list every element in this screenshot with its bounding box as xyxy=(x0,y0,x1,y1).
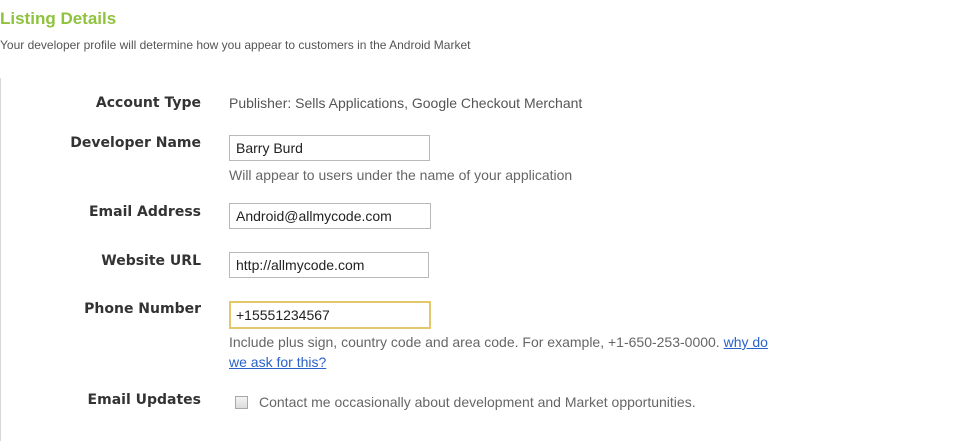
developer-name-hint: Will appear to users under the name of y… xyxy=(229,167,573,183)
email-updates-checkbox[interactable] xyxy=(235,396,248,409)
website-url-input[interactable] xyxy=(229,252,429,278)
why-do-we-ask-link-line2: we ask for this? xyxy=(229,354,327,370)
listing-details-page: Listing Details Your developer profile w… xyxy=(0,0,956,441)
website-url-label: Website URL xyxy=(101,253,201,269)
section-title: Listing Details xyxy=(0,9,117,28)
account-type-value: Publisher: Sells Applications, Google Ch… xyxy=(229,95,583,111)
phone-number-hint: Include plus sign, country code and area… xyxy=(229,332,889,372)
email-address-label: Email Address xyxy=(88,204,201,220)
developer-name-input[interactable] xyxy=(229,135,430,161)
email-updates-checkbox-label[interactable]: Contact me occasionally about developmen… xyxy=(259,394,696,410)
phone-number-label: Phone Number xyxy=(84,301,201,317)
section-subtitle: Your developer profile will determine ho… xyxy=(0,38,471,52)
email-updates-label: Email Updates xyxy=(87,392,201,408)
account-type-label: Account Type xyxy=(95,95,201,111)
email-address-input[interactable] xyxy=(229,203,431,229)
phone-number-hint-text: Include plus sign, country code and area… xyxy=(229,334,720,350)
why-do-we-ask-link-line1: why do xyxy=(723,334,768,350)
phone-number-input[interactable] xyxy=(229,301,431,329)
developer-name-label: Developer Name xyxy=(70,135,201,151)
